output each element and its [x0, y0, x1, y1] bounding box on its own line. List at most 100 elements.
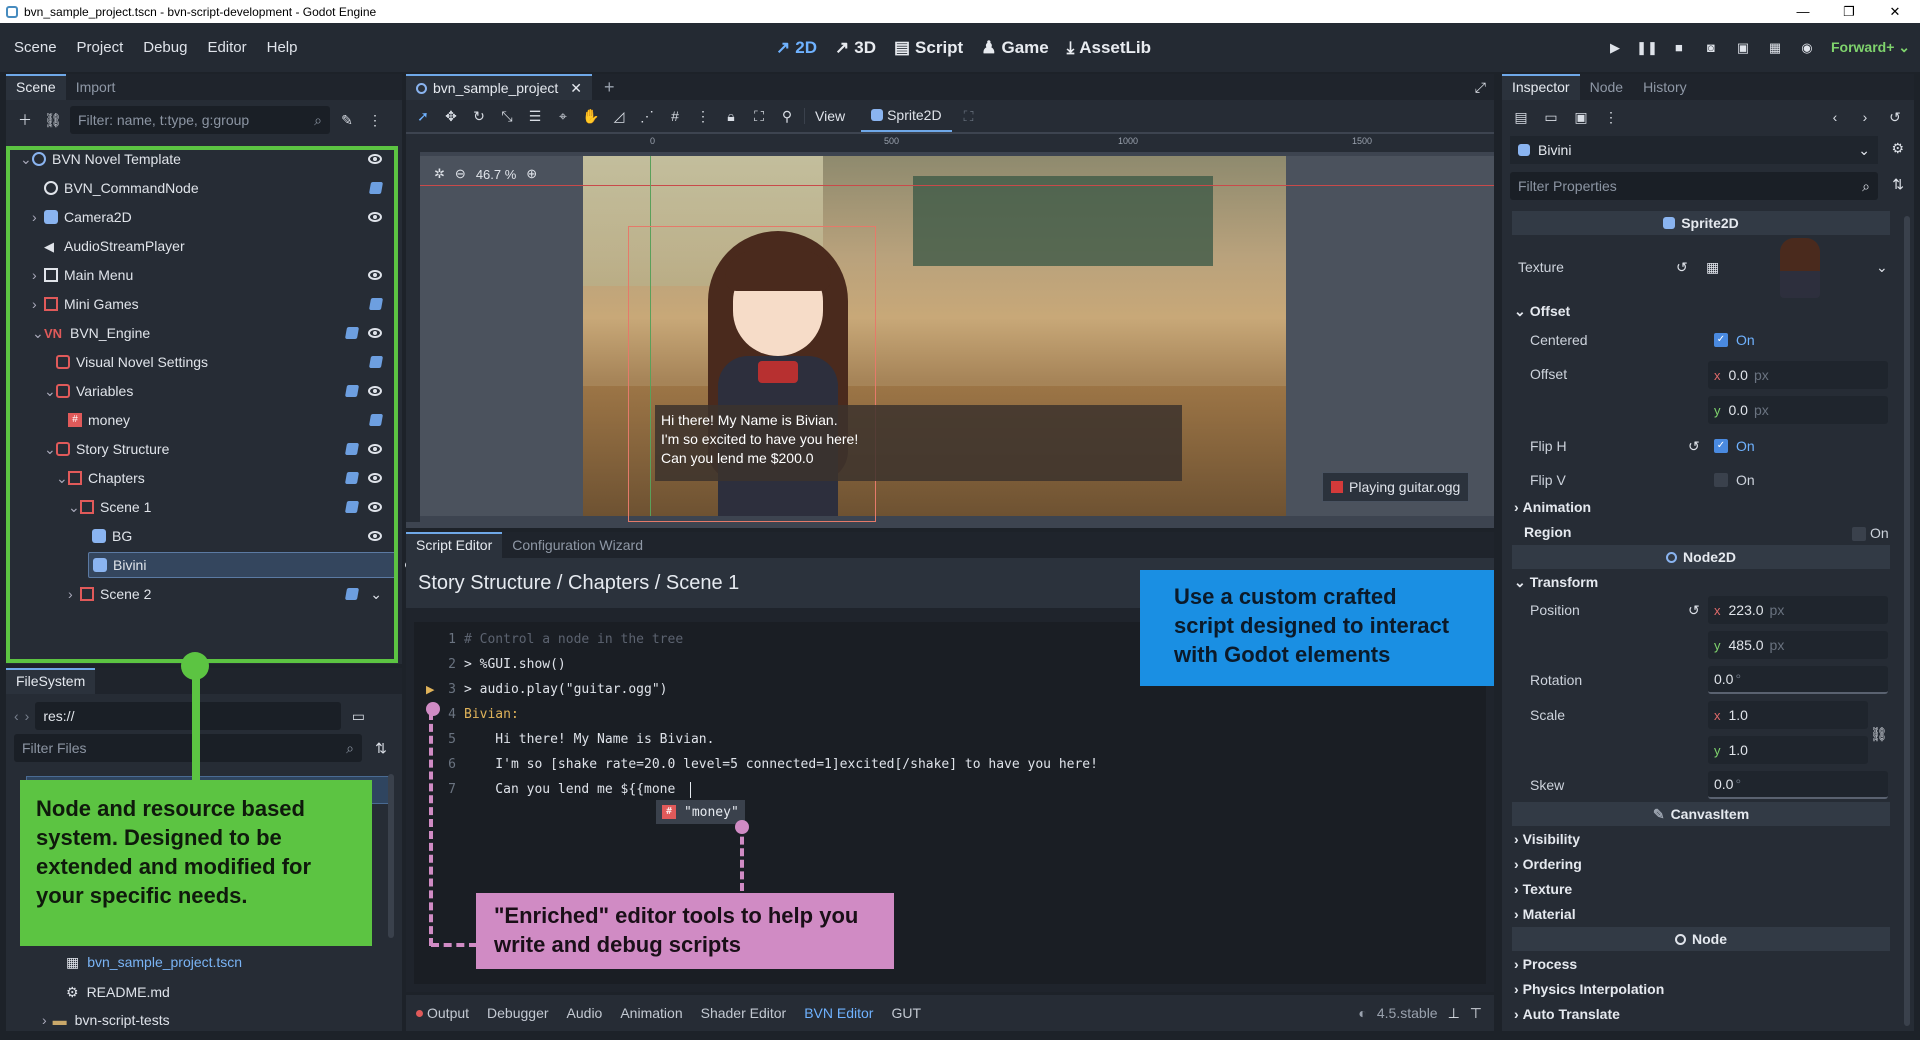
fs-scrollbar[interactable]	[388, 774, 394, 938]
expand-icon[interactable]: ⛶	[958, 105, 980, 127]
centered-checkbox[interactable]: ✓	[1714, 333, 1728, 347]
new-resource-icon[interactable]: ▤	[1510, 106, 1532, 128]
region-checkbox[interactable]	[1852, 527, 1866, 541]
link-icon[interactable]: ⛓	[42, 109, 64, 131]
visibility-eye-icon[interactable]	[368, 473, 382, 483]
tree-node-bvn-engine[interactable]: ⌄ VN BVN_Engine	[32, 320, 396, 346]
tree-node-chapters[interactable]: ⌄ Chapters	[56, 465, 396, 491]
visibility-eye-icon[interactable]	[368, 531, 382, 541]
group-physics-interpolation[interactable]: › Physics Interpolation	[1514, 978, 1664, 1000]
code-line[interactable]: Hi there! My Name is Bivian.	[464, 727, 714, 752]
flip-v-checkbox[interactable]	[1714, 473, 1728, 487]
tab-node[interactable]: Node	[1580, 74, 1633, 100]
grid-snap-icon[interactable]: #	[664, 105, 686, 127]
offset-y-field[interactable]: y 0.0 px	[1708, 396, 1888, 424]
zoom-in-icon[interactable]: ⊕	[526, 166, 537, 182]
group-texture[interactable]: › Texture	[1514, 878, 1572, 900]
tab-script-editor[interactable]: Script Editor	[406, 532, 503, 558]
more-icon[interactable]: ⋮	[364, 109, 386, 131]
tree-node-variables[interactable]: ⌄ Variables	[44, 378, 396, 404]
rotate-tool-icon[interactable]: ↻	[468, 105, 490, 127]
workspace-assetlib[interactable]: ⤓ AssetLib	[1067, 38, 1151, 58]
remote-debug-icon[interactable]: ◙	[1697, 34, 1725, 62]
reset-icon[interactable]: ↺	[1688, 602, 1700, 619]
visibility-eye-icon[interactable]	[368, 444, 382, 454]
snap-options-icon[interactable]: ⋮	[692, 105, 714, 127]
visibility-eye-icon[interactable]	[368, 212, 382, 222]
group-transform[interactable]: ⌄ Transform	[1514, 571, 1598, 593]
tree-node-visual-novel-settings[interactable]: Visual Novel Settings	[56, 349, 396, 375]
chevron-down-icon[interactable]: ⌄	[1876, 259, 1888, 276]
smart-snap-icon[interactable]: ⋰	[636, 105, 658, 127]
offset-x-field[interactable]: x 0.0 px	[1708, 361, 1888, 389]
fs-file-tscn[interactable]: ▦ bvn_sample_project.tscn	[66, 950, 242, 974]
code-line[interactable]: > %GUI.show()	[464, 652, 566, 677]
scene-filter-input[interactable]: Filter: name, t:type, g:group ⌕	[70, 106, 330, 134]
reset-icon[interactable]: ↺	[1676, 259, 1688, 276]
sort-icon[interactable]: ⇅	[370, 737, 392, 759]
property-filter-input[interactable]: Filter Properties ⌕	[1510, 172, 1878, 200]
tree-node-scene-2[interactable]: › Scene 2 ⌄	[68, 581, 396, 607]
distraction-free-icon[interactable]: ⤢	[1475, 79, 1486, 96]
code-line[interactable]: # Control a node in the tree	[464, 627, 683, 652]
fs-filter-input[interactable]: Filter Files ⌕	[14, 734, 362, 762]
tab-scene[interactable]: Scene	[6, 74, 66, 100]
tab-audio[interactable]: Audio	[567, 1005, 603, 1021]
view-menu[interactable]: View	[804, 108, 855, 124]
tab-filesystem[interactable]: FileSystem	[6, 668, 96, 694]
workspace-script[interactable]: ▤ Script	[894, 38, 963, 58]
tree-node-bvn-novel-template[interactable]: ⌄ BVN Novel Template	[20, 146, 396, 172]
reset-icon[interactable]: ↺	[1688, 438, 1700, 455]
tree-node-camera2d[interactable]: › Camera2D	[32, 204, 396, 230]
link-ratio-icon[interactable]: ⛓	[1870, 726, 1888, 743]
play-custom-icon[interactable]: ▦	[1761, 34, 1789, 62]
tree-node-bvn-commandnode[interactable]: BVN_CommandNode	[44, 175, 396, 201]
split-view-icon[interactable]: ▭	[347, 705, 369, 727]
script-icon[interactable]	[368, 182, 384, 194]
stop-icon[interactable]: ■	[1665, 34, 1693, 62]
chevron-down-icon[interactable]: ⌄	[370, 586, 382, 603]
history-back-icon[interactable]: ‹	[1824, 106, 1846, 128]
object-history-icon[interactable]: ↺	[1884, 106, 1906, 128]
tab-history[interactable]: History	[1633, 74, 1697, 100]
sprite2d-menu[interactable]: Sprite2D	[861, 100, 952, 132]
tab-output[interactable]: Output	[427, 1005, 469, 1021]
group-visibility[interactable]: › Visibility	[1514, 828, 1580, 850]
play-icon[interactable]: ▶	[1601, 34, 1629, 62]
script-icon[interactable]	[344, 385, 360, 397]
script-icon[interactable]	[344, 472, 360, 484]
group-region[interactable]: Region	[1514, 521, 1571, 543]
save-icon[interactable]: ▣	[1570, 106, 1592, 128]
group-icon[interactable]: ⛶	[748, 105, 770, 127]
menu-project[interactable]: Project	[67, 39, 134, 56]
tab-gut[interactable]: GUT	[891, 1005, 921, 1021]
history-forward-icon[interactable]: ›	[1854, 106, 1876, 128]
autocomplete-popup[interactable]: # "money"	[656, 800, 745, 824]
zoom-out-icon[interactable]: ⊖	[455, 166, 466, 182]
texture-preview-thumbnail[interactable]	[1780, 238, 1820, 298]
menu-editor[interactable]: Editor	[197, 39, 256, 56]
group-material[interactable]: › Material	[1514, 903, 1576, 925]
workspace-3d[interactable]: ↗ 3D	[835, 38, 876, 58]
open-folder-icon[interactable]: ▭	[1540, 106, 1562, 128]
script-icon[interactable]	[368, 298, 384, 310]
tab-debugger[interactable]: Debugger	[487, 1005, 549, 1021]
move-tool-icon[interactable]: ✥	[440, 105, 462, 127]
expand-panel-icon[interactable]: ⊤	[1470, 1005, 1482, 1022]
rotation-slider[interactable]: 0.0 °	[1708, 666, 1888, 694]
group-auto-translate[interactable]: › Auto Translate	[1514, 1003, 1620, 1025]
ruler-tool-icon[interactable]: ◿	[608, 105, 630, 127]
close-tab-icon[interactable]: ✕	[570, 80, 582, 97]
script-icon[interactable]	[344, 443, 360, 455]
scale-tool-icon[interactable]: ⤡	[496, 105, 518, 127]
texture-edit-icon[interactable]: ▦	[1706, 259, 1719, 276]
inspector-scrollbar[interactable]	[1904, 216, 1910, 1026]
fs-file-readme[interactable]: ⚙ README.md	[66, 980, 170, 1004]
movie-maker-icon[interactable]: ◉	[1793, 34, 1821, 62]
pan-tool-icon[interactable]: ✋	[580, 105, 602, 127]
pivot-icon[interactable]: ⌖	[552, 105, 574, 127]
add-node-icon[interactable]: ＋	[14, 109, 36, 131]
select-tool-icon[interactable]: ➚	[412, 105, 434, 127]
add-tab-icon[interactable]: +	[592, 77, 627, 98]
minimize-icon[interactable]: —	[1780, 0, 1826, 23]
